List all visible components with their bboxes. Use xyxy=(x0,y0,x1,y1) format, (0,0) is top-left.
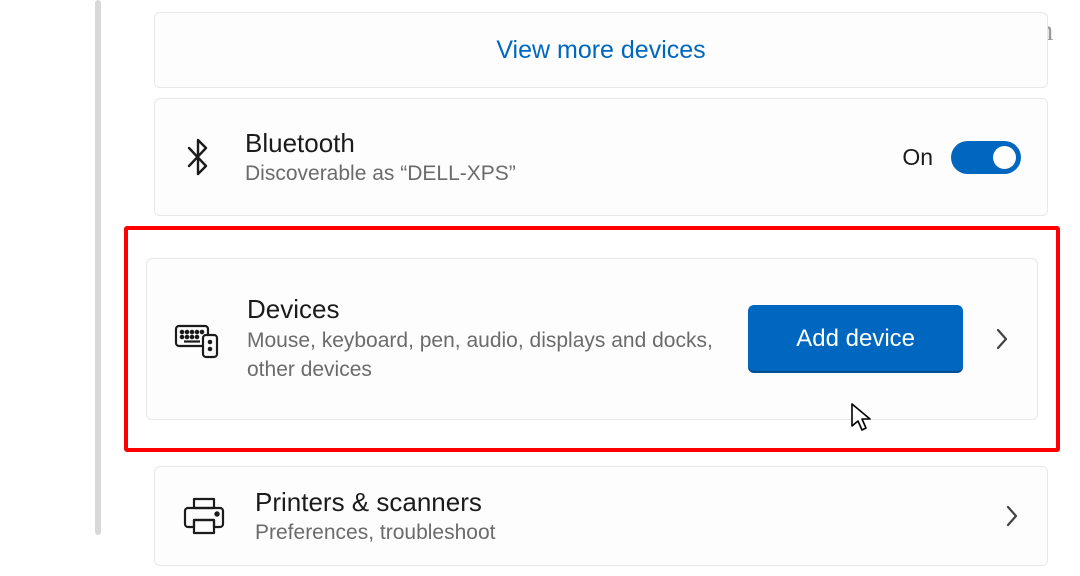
bluetooth-toggle-label: On xyxy=(902,144,933,171)
bluetooth-title: Bluetooth xyxy=(245,128,902,159)
scrollbar-track[interactable] xyxy=(95,0,101,535)
bluetooth-icon xyxy=(181,134,215,180)
printers-row[interactable]: Printers & scanners Preferences, trouble… xyxy=(154,466,1048,566)
printers-text: Printers & scanners Preferences, trouble… xyxy=(255,487,1003,544)
highlight-annotation: Devices Mouse, keyboard, pen, audio, dis… xyxy=(124,226,1060,452)
devices-title: Devices xyxy=(247,294,748,325)
bluetooth-subtitle: Discoverable as “DELL-XPS” xyxy=(245,162,902,186)
bluetooth-toggle-group: On xyxy=(902,141,1021,174)
settings-content: View more devices Bluetooth Discoverable… xyxy=(154,12,1048,576)
bluetooth-row[interactable]: Bluetooth Discoverable as “DELL-XPS” On xyxy=(154,98,1048,216)
cursor-icon xyxy=(849,402,875,439)
printers-subtitle: Preferences, troubleshoot xyxy=(255,521,1003,545)
devices-icon xyxy=(173,315,221,363)
devices-subtitle: Mouse, keyboard, pen, audio, displays an… xyxy=(247,327,748,384)
add-device-button[interactable]: Add device xyxy=(748,305,963,373)
bluetooth-text: Bluetooth Discoverable as “DELL-XPS” xyxy=(245,128,902,185)
bluetooth-toggle[interactable] xyxy=(951,141,1021,174)
chevron-right-icon[interactable] xyxy=(993,324,1011,354)
devices-text: Devices Mouse, keyboard, pen, audio, dis… xyxy=(247,294,748,384)
view-more-devices-button[interactable]: View more devices xyxy=(154,12,1048,88)
printers-title: Printers & scanners xyxy=(255,487,1003,518)
printer-icon xyxy=(181,493,227,539)
devices-row[interactable]: Devices Mouse, keyboard, pen, audio, dis… xyxy=(146,258,1038,420)
chevron-right-icon[interactable] xyxy=(1003,501,1021,531)
view-more-label: View more devices xyxy=(496,36,705,65)
